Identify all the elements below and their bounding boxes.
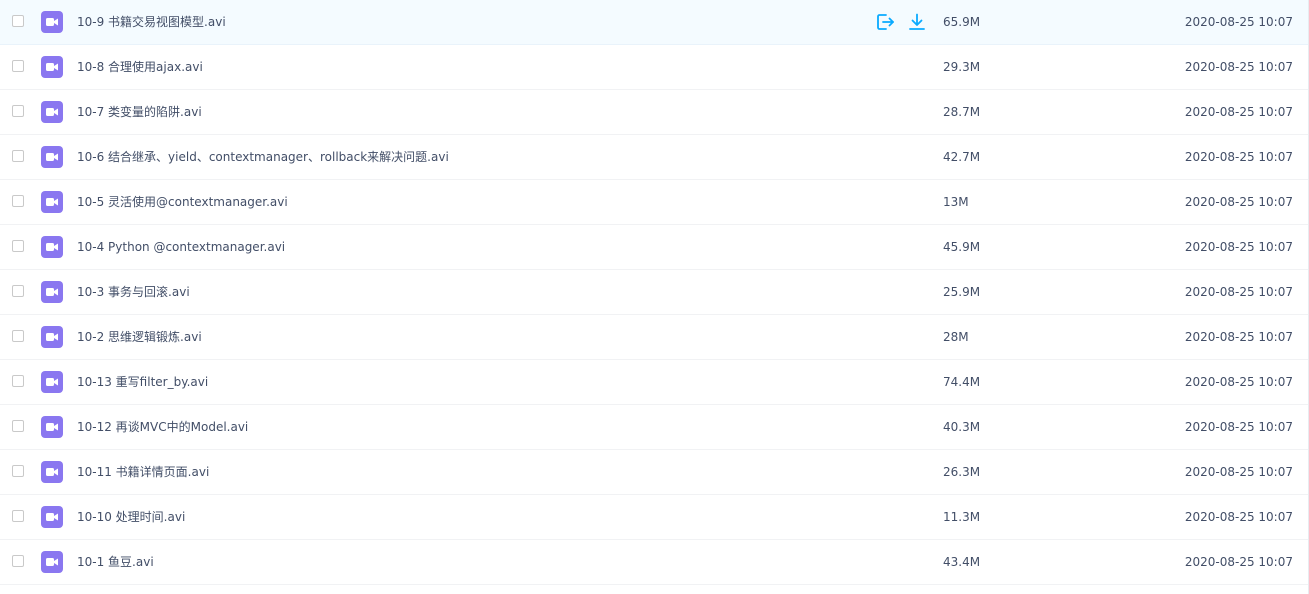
row-checkbox[interactable] xyxy=(12,285,24,297)
file-modified-date: 2020-08-25 10:07 xyxy=(1184,60,1293,74)
file-name[interactable]: 10-7 类变量的陷阱.avi xyxy=(77,90,202,134)
file-row[interactable]: 10-6 结合继承、yield、contextmanager、rollback来… xyxy=(0,135,1309,180)
file-name[interactable]: 10-12 再谈MVC中的Model.avi xyxy=(77,405,248,449)
file-modified-date: 2020-08-25 10:07 xyxy=(1184,510,1293,524)
file-modified-date: 2020-08-25 10:07 xyxy=(1184,240,1293,254)
row-checkbox[interactable] xyxy=(12,105,24,117)
file-row[interactable]: 10-12 再谈MVC中的Model.avi 40.3M 2020-08-25 … xyxy=(0,405,1309,450)
file-modified-date: 2020-08-25 10:07 xyxy=(1184,195,1293,209)
file-size: 74.4M xyxy=(943,375,981,389)
download-icon[interactable] xyxy=(907,12,927,32)
file-size: 26.3M xyxy=(943,465,981,479)
video-file-icon xyxy=(41,11,63,33)
row-checkbox[interactable] xyxy=(12,195,24,207)
video-file-icon xyxy=(41,236,63,258)
file-size: 42.7M xyxy=(943,150,981,164)
file-row[interactable]: 10-2 思维逻辑锻炼.avi 28M 2020-08-25 10:07 xyxy=(0,315,1309,360)
file-modified-date: 2020-08-25 10:07 xyxy=(1184,420,1293,434)
file-row[interactable]: 10-9 书籍交易视图模型.avi 65.9M 2020-08-25 10:07 xyxy=(0,0,1309,45)
file-name[interactable]: 10-10 处理时间.avi xyxy=(77,495,185,539)
file-modified-date: 2020-08-25 10:07 xyxy=(1184,150,1293,164)
row-checkbox[interactable] xyxy=(12,60,24,72)
video-file-icon xyxy=(41,551,63,573)
share-out-icon[interactable] xyxy=(875,12,895,32)
row-checkbox[interactable] xyxy=(12,150,24,162)
video-file-icon xyxy=(41,191,63,213)
video-file-icon xyxy=(41,326,63,348)
row-checkbox[interactable] xyxy=(12,15,24,27)
video-file-icon xyxy=(41,146,63,168)
file-modified-date: 2020-08-25 10:07 xyxy=(1184,375,1293,389)
file-row[interactable]: 10-3 事务与回滚.avi 25.9M 2020-08-25 10:07 xyxy=(0,270,1309,315)
file-name[interactable]: 10-8 合理使用ajax.avi xyxy=(77,45,203,89)
file-name[interactable]: 10-13 重写filter_by.avi xyxy=(77,360,208,404)
file-row[interactable]: 10-11 书籍详情页面.avi 26.3M 2020-08-25 10:07 xyxy=(0,450,1309,495)
row-checkbox[interactable] xyxy=(12,420,24,432)
file-row[interactable]: 10-4 Python @contextmanager.avi 45.9M 20… xyxy=(0,225,1309,270)
file-size: 43.4M xyxy=(943,555,981,569)
row-actions xyxy=(875,12,927,32)
file-size: 25.9M xyxy=(943,285,981,299)
file-row[interactable]: 10-7 类变量的陷阱.avi 28.7M 2020-08-25 10:07 xyxy=(0,90,1309,135)
file-modified-date: 2020-08-25 10:07 xyxy=(1184,15,1293,29)
video-file-icon xyxy=(41,56,63,78)
file-modified-date: 2020-08-25 10:07 xyxy=(1184,330,1293,344)
file-size: 28.7M xyxy=(943,105,981,119)
file-size: 40.3M xyxy=(943,420,981,434)
video-file-icon xyxy=(41,461,63,483)
file-name[interactable]: 10-4 Python @contextmanager.avi xyxy=(77,225,285,269)
row-checkbox[interactable] xyxy=(12,510,24,522)
file-size: 11.3M xyxy=(943,510,981,524)
file-size: 45.9M xyxy=(943,240,981,254)
file-list: 10-9 书籍交易视图模型.avi 65.9M 2020-08-25 10:07… xyxy=(0,0,1309,585)
file-modified-date: 2020-08-25 10:07 xyxy=(1184,105,1293,119)
video-file-icon xyxy=(41,281,63,303)
file-name[interactable]: 10-5 灵活使用@contextmanager.avi xyxy=(77,180,288,224)
file-row[interactable]: 10-5 灵活使用@contextmanager.avi 13M 2020-08… xyxy=(0,180,1309,225)
file-name[interactable]: 10-6 结合继承、yield、contextmanager、rollback来… xyxy=(77,135,449,179)
file-row[interactable]: 10-10 处理时间.avi 11.3M 2020-08-25 10:07 xyxy=(0,495,1309,540)
row-checkbox[interactable] xyxy=(12,555,24,567)
file-name[interactable]: 10-2 思维逻辑锻炼.avi xyxy=(77,315,202,359)
file-name[interactable]: 10-9 书籍交易视图模型.avi xyxy=(77,0,226,44)
video-file-icon xyxy=(41,371,63,393)
file-name[interactable]: 10-11 书籍详情页面.avi xyxy=(77,450,209,494)
video-file-icon xyxy=(41,101,63,123)
file-row[interactable]: 10-8 合理使用ajax.avi 29.3M 2020-08-25 10:07 xyxy=(0,45,1309,90)
file-modified-date: 2020-08-25 10:07 xyxy=(1184,465,1293,479)
video-file-icon xyxy=(41,416,63,438)
video-file-icon xyxy=(41,506,63,528)
file-row[interactable]: 10-13 重写filter_by.avi 74.4M 2020-08-25 1… xyxy=(0,360,1309,405)
row-checkbox[interactable] xyxy=(12,240,24,252)
file-size: 28M xyxy=(943,330,969,344)
file-name[interactable]: 10-1 鱼豆.avi xyxy=(77,540,154,584)
row-checkbox[interactable] xyxy=(12,330,24,342)
file-modified-date: 2020-08-25 10:07 xyxy=(1184,555,1293,569)
file-size: 65.9M xyxy=(943,15,981,29)
row-checkbox[interactable] xyxy=(12,375,24,387)
file-size: 13M xyxy=(943,195,969,209)
file-size: 29.3M xyxy=(943,60,981,74)
file-name[interactable]: 10-3 事务与回滚.avi xyxy=(77,270,190,314)
file-row[interactable]: 10-1 鱼豆.avi 43.4M 2020-08-25 10:07 xyxy=(0,540,1309,585)
row-checkbox[interactable] xyxy=(12,465,24,477)
file-modified-date: 2020-08-25 10:07 xyxy=(1184,285,1293,299)
